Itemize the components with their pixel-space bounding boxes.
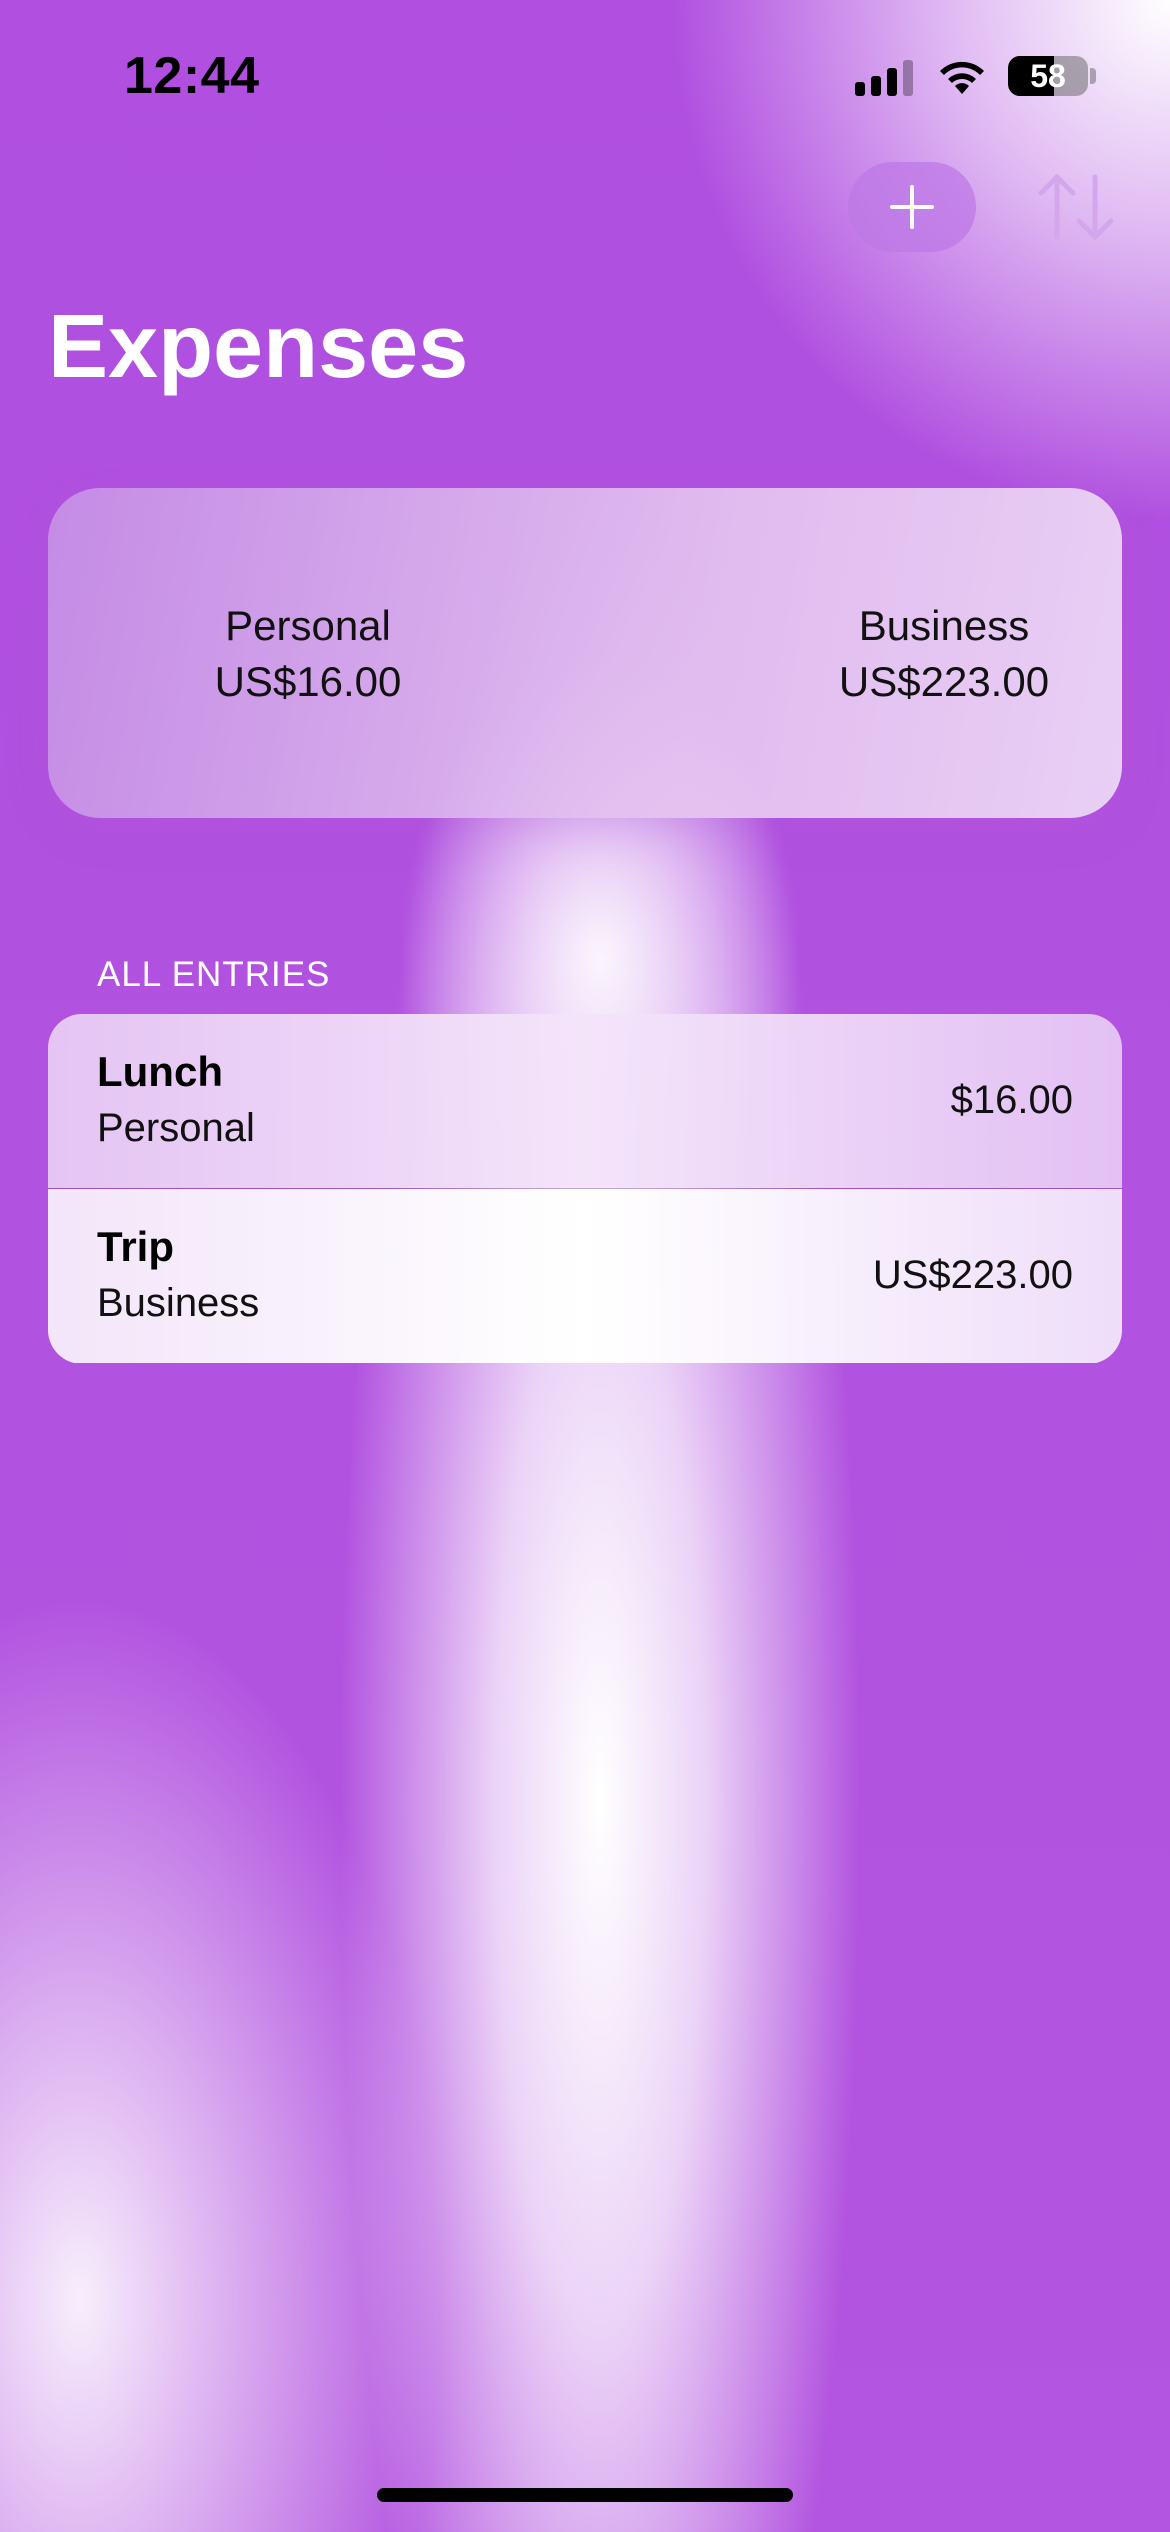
list-item[interactable]: Lunch Personal $16.00 <box>48 1014 1122 1188</box>
battery-icon: 58 <box>1008 56 1088 96</box>
business-label: Business <box>858 602 1030 649</box>
arrow-up-down-icon <box>1038 174 1114 240</box>
entries-list: Lunch Personal $16.00 Trip Business US$2… <box>48 1014 1122 1364</box>
business-total: US$223.00 <box>838 658 1050 705</box>
entry-name: Trip <box>97 1223 175 1270</box>
entry-name: Lunch <box>97 1048 223 1095</box>
sort-button[interactable] <box>1034 170 1118 244</box>
personal-total: US$16.00 <box>214 658 402 705</box>
plus-icon <box>890 185 934 229</box>
wifi-icon <box>940 61 984 94</box>
personal-summary: Personal US$16.00 <box>128 598 488 710</box>
status-time: 12:44 <box>124 47 260 105</box>
summary-card: Personal US$16.00 Business US$223.00 <box>48 488 1122 818</box>
entry-category: Personal <box>97 1106 255 1150</box>
entry-amount: $16.00 <box>950 1078 1073 1122</box>
cellular-signal-icon <box>855 60 915 96</box>
entry-amount: US$223.00 <box>872 1253 1073 1297</box>
entry-category: Business <box>97 1281 260 1325</box>
page-title: Expenses <box>48 297 469 397</box>
business-summary: Business US$223.00 <box>764 598 1124 710</box>
add-expense-button[interactable] <box>848 162 976 252</box>
list-item[interactable]: Trip Business US$223.00 <box>48 1189 1122 1363</box>
personal-label: Personal <box>225 602 391 649</box>
home-indicator[interactable] <box>377 2488 793 2502</box>
battery-level: 58 <box>1030 58 1066 94</box>
battery-tip <box>1090 68 1096 84</box>
section-header: ALL ENTRIES <box>97 955 331 994</box>
